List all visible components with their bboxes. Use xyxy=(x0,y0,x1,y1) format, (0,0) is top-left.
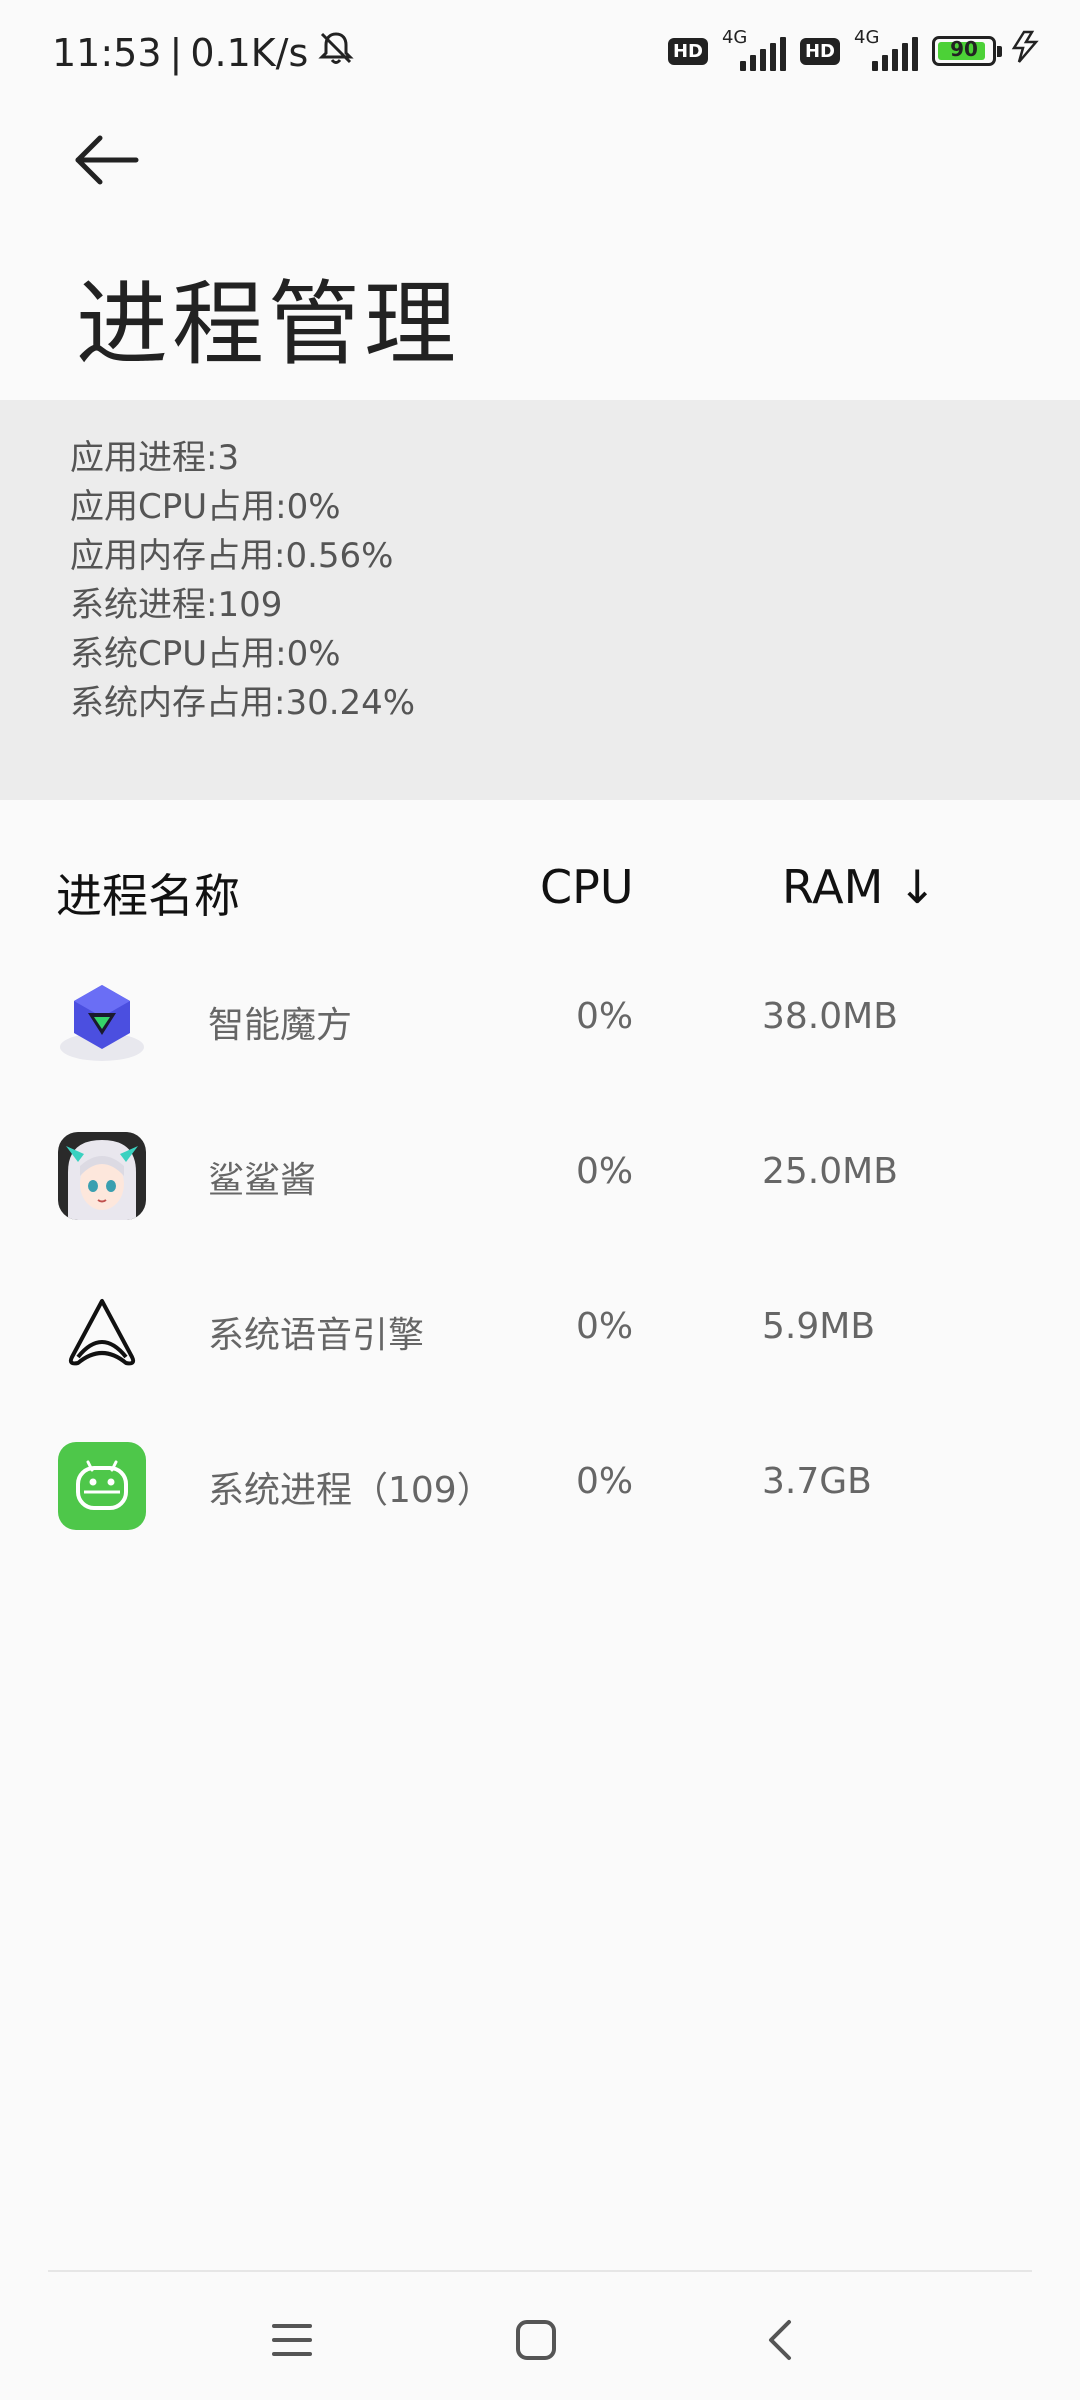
hd-badge: HD xyxy=(799,37,840,65)
process-row[interactable]: 鲨鲨酱 0% 25.0MB xyxy=(0,1109,1080,1264)
process-name: 鲨鲨酱 xyxy=(208,1160,317,1201)
status-left: 11:53 | 0.1K/s xyxy=(52,28,356,77)
system-process-count: 系统进程:109 xyxy=(70,585,283,625)
process-row[interactable]: 系统进程（109） 0% 3.7GB xyxy=(0,1419,1080,1574)
clock: 11:53 xyxy=(52,30,162,75)
page-title: 进程管理 xyxy=(76,271,461,378)
status-right: HD 4G HD 4G 90 xyxy=(667,27,1040,72)
anime-avatar-icon xyxy=(58,1132,146,1220)
bell-off-icon xyxy=(316,28,356,77)
nav-divider xyxy=(48,2270,1032,2272)
home-icon xyxy=(516,2320,556,2360)
back-nav-button[interactable] xyxy=(740,2300,820,2380)
system-memory-usage: 系统内存占用:30.24% xyxy=(70,683,416,723)
hd-badge: HD xyxy=(667,37,708,65)
voice-engine-icon xyxy=(58,1287,146,1375)
process-ram: 5.9MB xyxy=(762,1306,876,1347)
process-ram: 3.7GB xyxy=(762,1461,872,1502)
process-ram: 38.0MB xyxy=(762,996,898,1037)
process-row[interactable]: 智能魔方 0% 38.0MB xyxy=(0,954,1080,1109)
home-button[interactable] xyxy=(496,2300,576,2380)
android-icon xyxy=(58,1442,146,1530)
process-cpu: 0% xyxy=(576,996,634,1037)
column-header-name[interactable]: 进程名称 xyxy=(56,860,240,926)
process-ram: 25.0MB xyxy=(762,1151,898,1192)
status-separator: | xyxy=(169,30,183,75)
signal-icon: 4G xyxy=(722,27,786,71)
battery-level: 90 xyxy=(950,37,978,61)
app-memory-usage: 应用内存占用:0.56% xyxy=(70,536,394,576)
column-header-ram[interactable]: RAM ↓ xyxy=(782,860,936,914)
charging-icon xyxy=(1010,30,1040,72)
arrow-left-icon xyxy=(75,135,139,185)
battery-icon: 90 xyxy=(932,36,1002,66)
system-cpu-usage: 系统CPU占用:0% xyxy=(70,634,341,674)
menu-icon xyxy=(272,2324,312,2356)
process-row[interactable]: 系统语音引擎 0% 5.9MB xyxy=(0,1264,1080,1419)
process-cpu: 0% xyxy=(576,1151,634,1192)
chevron-left-icon xyxy=(769,2320,791,2360)
app-cpu-usage: 应用CPU占用:0% xyxy=(70,487,341,527)
process-name: 系统进程（109） xyxy=(208,1470,493,1511)
signal-icon: 4G xyxy=(854,27,918,71)
menu-button[interactable] xyxy=(252,2300,332,2380)
process-cpu: 0% xyxy=(576,1461,634,1502)
column-header-cpu[interactable]: CPU xyxy=(540,860,634,914)
process-name: 智能魔方 xyxy=(208,1005,353,1046)
app-process-count: 应用进程:3 xyxy=(70,438,240,478)
status-bar: 11:53 | 0.1K/s HD 4G HD 4G 90 xyxy=(0,0,1080,100)
process-name: 系统语音引擎 xyxy=(208,1315,425,1356)
net-speed: 0.1K/s xyxy=(190,30,309,75)
cube-icon xyxy=(58,977,146,1065)
process-cpu: 0% xyxy=(576,1306,634,1347)
back-button[interactable] xyxy=(72,130,142,190)
summary-panel: 应用进程:3 应用CPU占用:0% 应用内存占用:0.56% 系统进程:109 … xyxy=(0,400,1080,800)
